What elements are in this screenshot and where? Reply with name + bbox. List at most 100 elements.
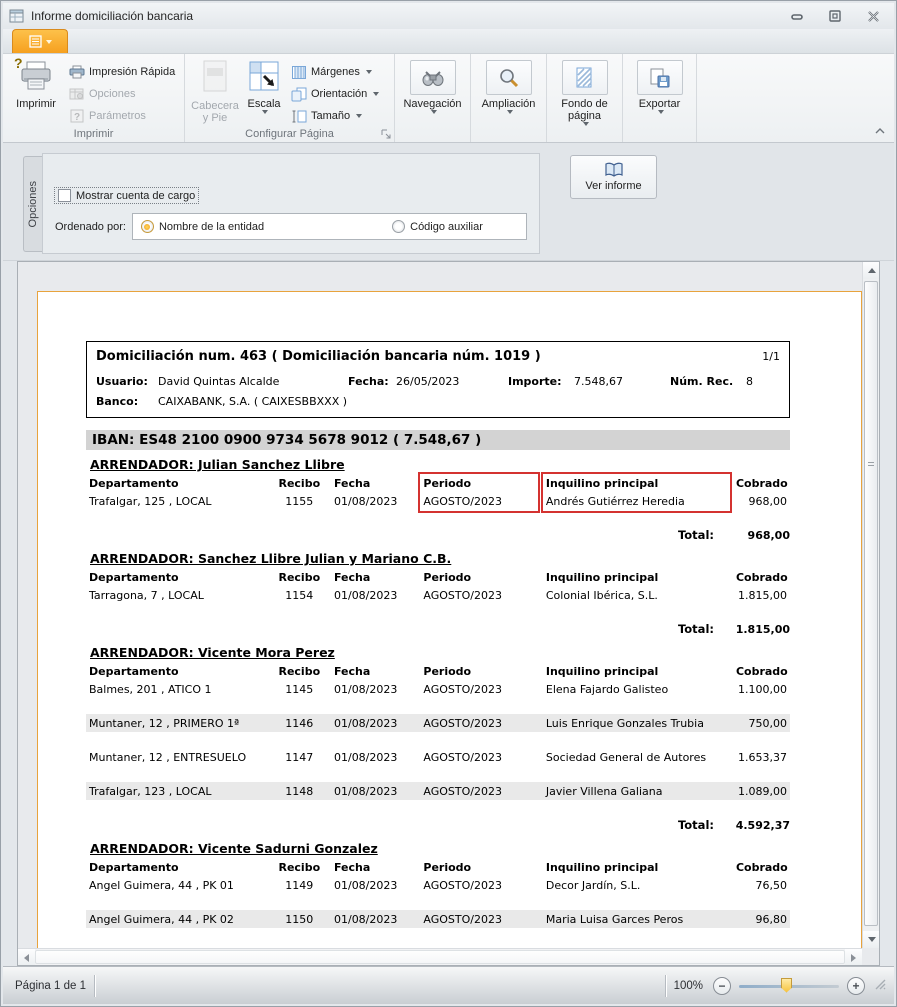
navigation-button[interactable]: Navegación [401,57,465,142]
parameters-button[interactable]: ? Parámetros [65,105,179,127]
print-options-button[interactable]: Opciones [65,83,179,105]
window-title: Informe domiciliación bancaria [31,9,774,23]
chevron-down-icon [366,70,372,74]
total-label: Total: [678,528,714,542]
quick-print-button[interactable]: Impresión Rápida [65,61,179,83]
receipt-row: Trafalgar, 125 , LOCAL 1155 01/08/2023 A… [86,492,790,510]
zoom-out-button[interactable]: − [713,977,731,995]
ribbon-group-configurar-pagina: Cabecera y Pie Escala Márgenes [185,54,395,142]
bank-value: CAIXABANK, S.A. ( CAIXESBBXXX ) [158,395,347,408]
radio-selected-icon[interactable] [141,220,154,233]
chevron-down-icon [583,122,589,126]
zoom-in-button[interactable]: + [847,977,865,995]
question-box-icon: ? [69,109,85,123]
header-footer-icon [200,60,230,97]
receipt-row: Angel Guimera, 44 , PK 01 1149 01/08/202… [86,876,790,894]
binoculars-icon [420,69,446,87]
restore-button[interactable] [820,7,850,25]
table-header-row: Departamento Recibo Fecha Periodo Inquil… [86,475,790,492]
ribbon-group-fondo: Fondo de página [547,54,623,142]
arrow-left-icon [24,954,29,962]
ribbon: ? Imprimir Impresión Rápida Opciones ? [3,54,894,143]
page-size-icon [291,109,307,124]
statusbar-separator [94,975,95,997]
header-footer-button[interactable]: Cabecera y Pie [189,57,241,127]
orientation-button[interactable]: Orientación [287,83,383,105]
vertical-scrollbar[interactable] [862,262,879,948]
radio-codigo-auxiliar[interactable]: Código auxiliar [392,220,483,233]
sort-options-box: Nombre de la entidad Código auxiliar [132,213,527,240]
radio-nombre-entidad[interactable]: Nombre de la entidad [141,220,264,233]
export-button[interactable]: Exportar [630,57,690,142]
app-window: Informe domiciliación bancaria ? [0,0,897,1007]
chevron-down-icon [46,40,52,44]
col-periodo: Periodo [420,477,542,490]
scroll-left-button[interactable] [18,949,35,966]
col-departamento: Departamento [86,477,268,490]
options-side-tab[interactable]: Opciones [23,156,42,252]
amount-value: 7.548,67 [574,375,670,388]
col-recibo: Recibo [268,477,331,490]
dialog-launcher-icon[interactable] [380,128,392,140]
magnifier-icon [498,68,520,88]
section-total-row: Total: 1.815,00 [86,620,790,638]
page-viewport: Domiciliación num. 463 ( Domiciliación b… [18,262,862,948]
landlord-title: ARRENDADOR: Vicente Mora Perez [90,645,790,660]
page-indicator: 1/1 [762,350,780,363]
zoom-level: 100% [674,980,703,992]
view-report-button[interactable]: Ver informe [570,155,657,199]
open-book-icon [604,162,624,178]
scroll-right-button[interactable] [845,949,862,966]
horizontal-scrollbar[interactable] [18,948,862,965]
options-grid-icon [69,87,85,101]
zoom-slider[interactable] [739,978,839,994]
user-label: Usuario: [96,375,158,388]
page-background-icon [575,67,595,89]
sorted-by-label: Ordenado por: [55,221,126,233]
statusbar-separator [665,975,666,997]
table-header-row: Departamento Recibo Fecha Periodo Inquil… [86,569,790,586]
landlord-title: ARRENDADOR: Julian Sanchez Llibre [90,457,790,472]
chevron-down-icon [431,110,437,114]
svg-text:?: ? [74,112,80,123]
export-save-icon [649,68,671,88]
options-group-box: Mostrar cuenta de cargo Ordenado por: No… [42,153,540,254]
margins-button[interactable]: Márgenes [287,61,383,83]
col-fecha: Fecha [331,477,420,490]
page-background-button[interactable]: Fondo de página [551,57,618,142]
app-icon [9,8,25,24]
group-label-configurar-pagina: Configurar Página [185,127,394,142]
scroll-down-button[interactable] [863,931,880,948]
collapse-ribbon-icon[interactable] [874,126,886,138]
landlord-section: ARRENDADOR: Vicente Sadurni Gonzalez Dep… [86,841,790,948]
radio-unselected-icon[interactable] [392,220,405,233]
total-value: 968,00 [714,529,790,542]
zoom-slider-thumb[interactable] [781,978,792,993]
close-button[interactable] [858,7,888,25]
size-button[interactable]: Tamaño [287,105,383,127]
minimize-button[interactable] [782,7,812,25]
checkbox-box[interactable] [58,189,71,202]
vertical-scroll-thumb[interactable] [864,281,878,926]
zoom-button[interactable]: Ampliación [477,57,541,142]
landlord-title: ARRENDADOR: Vicente Sadurni Gonzalez [90,841,790,856]
printer-icon: ? [18,60,54,95]
table-header-row: Departamento Recibo Fecha Periodo Inquil… [86,859,790,876]
chevron-down-icon [262,110,268,114]
group-label-imprimir: Imprimir [3,127,184,142]
scale-button[interactable]: Escala [241,57,287,127]
resize-grip-icon[interactable] [875,979,886,993]
scroll-up-button[interactable] [863,262,880,279]
report-page: Domiciliación num. 463 ( Domiciliación b… [37,291,862,948]
margins-icon [291,65,307,80]
ribbon-group-navegacion: Navegación [395,54,471,142]
show-account-checkbox[interactable]: Mostrar cuenta de cargo [55,188,198,203]
chevron-down-icon [507,110,513,114]
status-bar: Página 1 de 1 100% − + [3,966,894,1004]
print-button[interactable]: ? Imprimir [7,57,65,127]
horizontal-scroll-thumb[interactable] [35,950,845,964]
report-title: Domiciliación num. 463 ( Domiciliación b… [96,349,762,364]
file-menu-tab[interactable] [12,29,68,53]
col-cobrado: Cobrado [733,477,790,490]
receipt-row: Trafalgar, 123 , LOCAL 1148 01/08/2023 A… [86,782,790,800]
